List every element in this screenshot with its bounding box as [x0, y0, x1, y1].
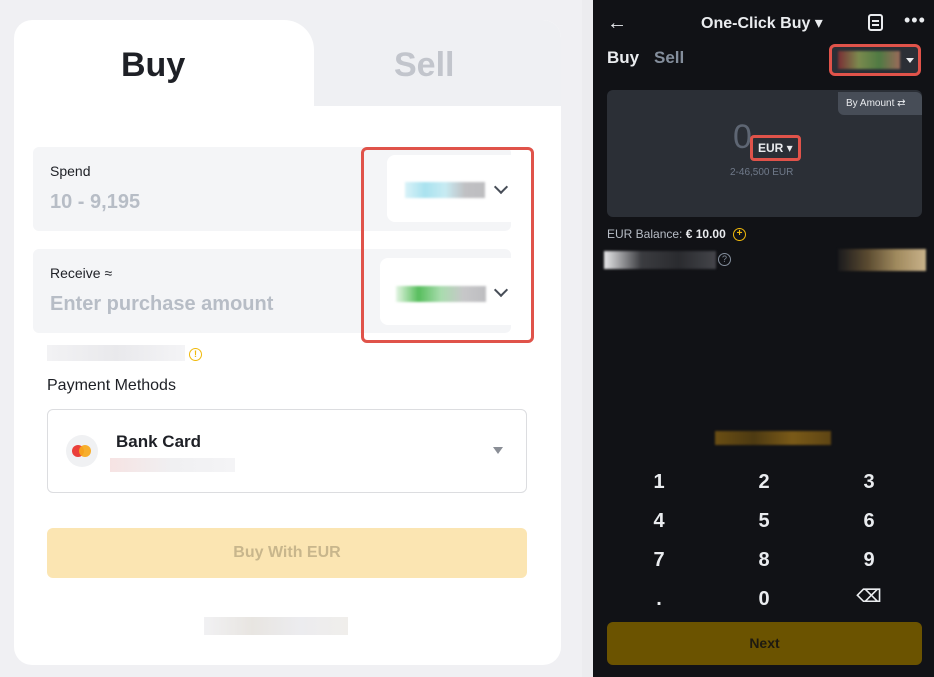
- back-arrow-icon[interactable]: ←: [607, 12, 627, 35]
- buy-with-eur-button[interactable]: Buy With EUR: [47, 528, 527, 578]
- amount-range: 2-46,500 EUR: [730, 167, 794, 178]
- spend-input[interactable]: 10 - 9,195: [50, 191, 140, 214]
- one-click-buy-screen: ← One-Click Buy ▾ ••• Buy Sell By Amount…: [593, 0, 934, 677]
- tab-buy[interactable]: Buy: [607, 48, 639, 68]
- key-1[interactable]: 1: [629, 471, 689, 494]
- buy-sell-widget: Buy Sell Spend 10 - 9,195 Receive ≈ Ente…: [0, 0, 582, 677]
- key-dot[interactable]: .: [629, 588, 689, 611]
- balance-value: € 10.00: [685, 227, 726, 241]
- by-amount-toggle[interactable]: By Amount ⇄: [838, 92, 922, 115]
- rate-value: [838, 249, 926, 271]
- key-5[interactable]: 5: [734, 510, 794, 533]
- key-2[interactable]: 2: [734, 471, 794, 494]
- coin-icon: [838, 51, 900, 69]
- balance-label: EUR Balance:: [607, 227, 683, 241]
- caret-down-icon: [906, 58, 914, 63]
- mastercard-icon: [66, 435, 98, 467]
- payment-method-select[interactable]: Bank Card: [47, 409, 527, 493]
- promo-text: [715, 431, 831, 445]
- page-title[interactable]: One-Click Buy ▾: [701, 13, 823, 33]
- key-6[interactable]: 6: [839, 510, 899, 533]
- highlight-box: [361, 147, 534, 343]
- tab-sell[interactable]: Sell: [394, 46, 454, 85]
- orders-icon[interactable]: [868, 14, 883, 31]
- info-icon[interactable]: !: [189, 348, 202, 361]
- next-button[interactable]: Next: [607, 622, 922, 665]
- coin-select[interactable]: [829, 44, 921, 76]
- receive-input[interactable]: Enter purchase amount: [50, 293, 273, 316]
- caret-down-icon: [493, 447, 503, 454]
- tab-sell[interactable]: Sell: [654, 48, 684, 68]
- receive-label: Receive ≈: [50, 265, 113, 281]
- payment-method-detail: [110, 458, 235, 472]
- key-4[interactable]: 4: [629, 510, 689, 533]
- payment-methods-title: Payment Methods: [47, 377, 176, 394]
- backspace-icon[interactable]: ⌫: [839, 586, 899, 607]
- payment-method-name: Bank Card: [116, 432, 202, 451]
- rate-note: [47, 345, 185, 361]
- key-3[interactable]: 3: [839, 471, 899, 494]
- spend-label: Spend: [50, 163, 91, 179]
- tab-buy[interactable]: Buy: [121, 46, 185, 85]
- key-0[interactable]: 0: [734, 588, 794, 611]
- key-7[interactable]: 7: [629, 549, 689, 572]
- help-icon[interactable]: ?: [718, 253, 731, 266]
- key-9[interactable]: 9: [839, 549, 899, 572]
- balance: EUR Balance: € 10.00: [607, 227, 726, 241]
- footer-note: [204, 617, 348, 635]
- add-funds-icon[interactable]: +: [733, 228, 746, 241]
- key-8[interactable]: 8: [734, 549, 794, 572]
- more-icon[interactable]: •••: [904, 10, 926, 31]
- currency-select[interactable]: EUR ▾: [750, 135, 801, 161]
- rate-info: [604, 251, 716, 269]
